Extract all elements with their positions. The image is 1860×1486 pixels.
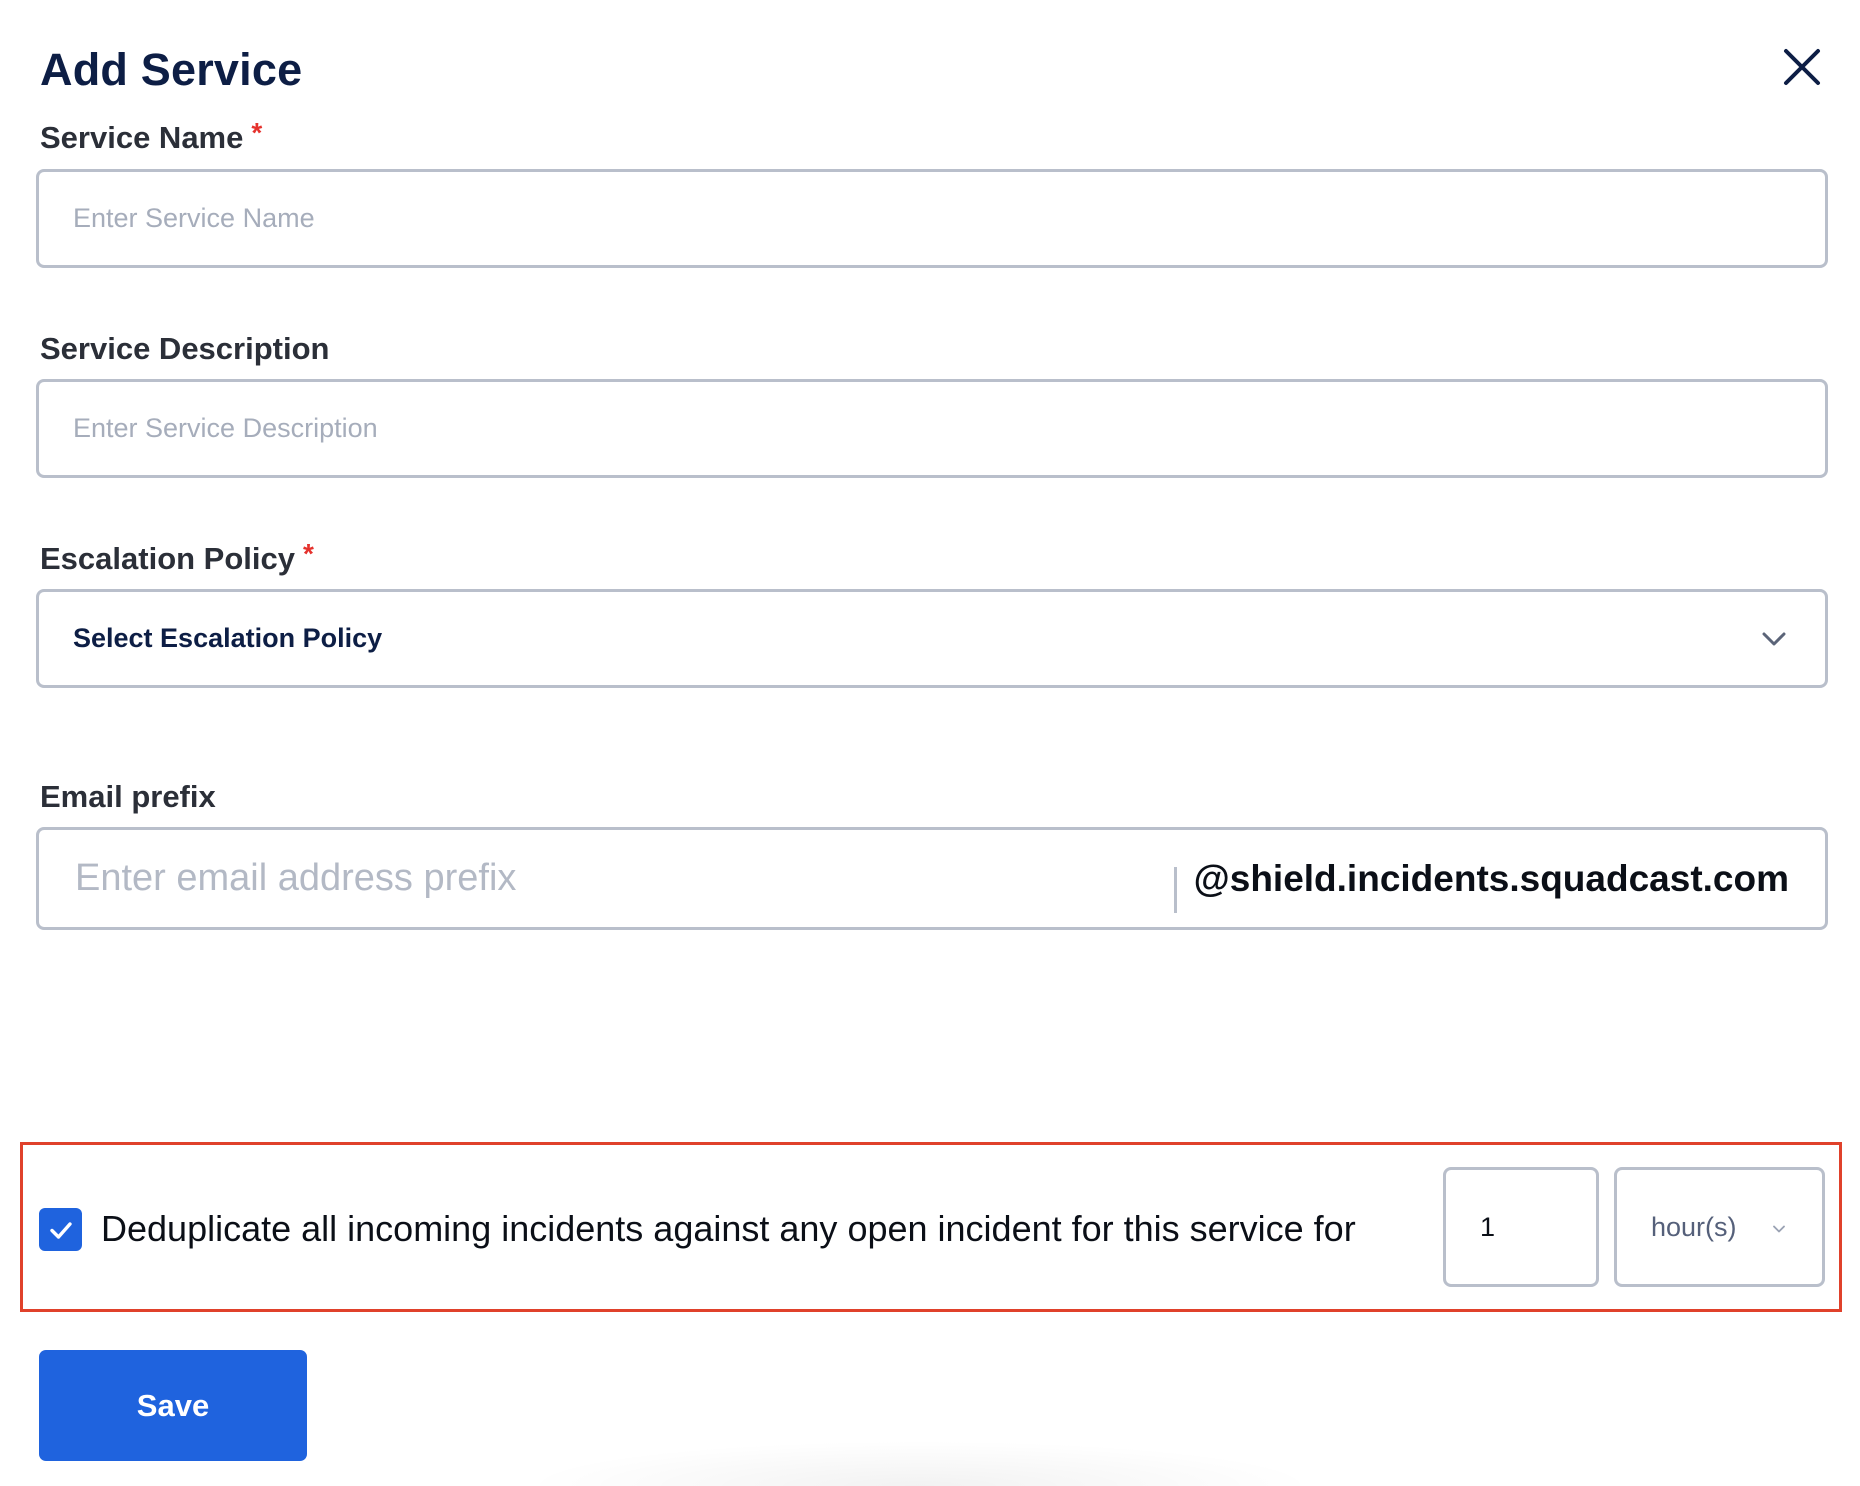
service-description-field — [36, 379, 1828, 478]
service-description-input[interactable] — [39, 382, 1825, 475]
save-button[interactable]: Save — [39, 1350, 307, 1461]
dedupe-unit-selected: hour(s) — [1651, 1211, 1737, 1242]
chevron-down-icon — [1759, 629, 1789, 649]
close-icon — [1784, 49, 1820, 85]
email-domain-suffix: @shield.incidents.squadcast.com — [1193, 857, 1789, 899]
deduplicate-checkbox[interactable] — [39, 1208, 82, 1251]
close-button[interactable] — [1779, 44, 1825, 90]
service-name-field — [36, 169, 1828, 268]
service-name-label: Service Name * — [40, 117, 263, 156]
chevron-down-icon — [1772, 1224, 1786, 1234]
service-name-label-text: Service Name — [40, 120, 244, 155]
escalation-policy-selected: Select Escalation Policy — [73, 623, 383, 653]
email-prefix-label-text: Email prefix — [40, 779, 216, 814]
dedupe-quantity-input[interactable] — [1446, 1170, 1596, 1284]
escalation-policy-select[interactable]: Select Escalation Policy — [36, 589, 1828, 688]
dialog-title: Add Service — [40, 44, 303, 95]
dedupe-quantity-field — [1443, 1167, 1599, 1287]
divider — [1174, 867, 1177, 913]
service-name-input[interactable] — [39, 172, 1825, 265]
email-prefix-input-wrap — [39, 830, 1169, 927]
bottom-shadow — [520, 1440, 1320, 1486]
add-service-dialog: Add Service Service Name* Service Descri… — [0, 0, 1860, 1486]
escalation-policy-label-text: Escalation Policy — [40, 541, 295, 576]
escalation-policy-label: Escalation Policy * — [40, 538, 314, 577]
check-icon — [49, 1221, 72, 1239]
email-prefix-label: Email prefix — [40, 779, 216, 815]
deduplicate-label: Deduplicate all incoming incidents again… — [101, 1208, 1356, 1249]
service-description-label: Service Description — [40, 331, 329, 367]
email-prefix-field: @shield.incidents.squadcast.com — [36, 827, 1828, 930]
service-description-label-text: Service Description — [40, 331, 330, 366]
email-prefix-input[interactable] — [39, 830, 1169, 927]
required-mark: * — [251, 117, 263, 148]
dedupe-unit-select[interactable]: hour(s) — [1614, 1167, 1825, 1287]
required-mark: * — [303, 538, 314, 569]
